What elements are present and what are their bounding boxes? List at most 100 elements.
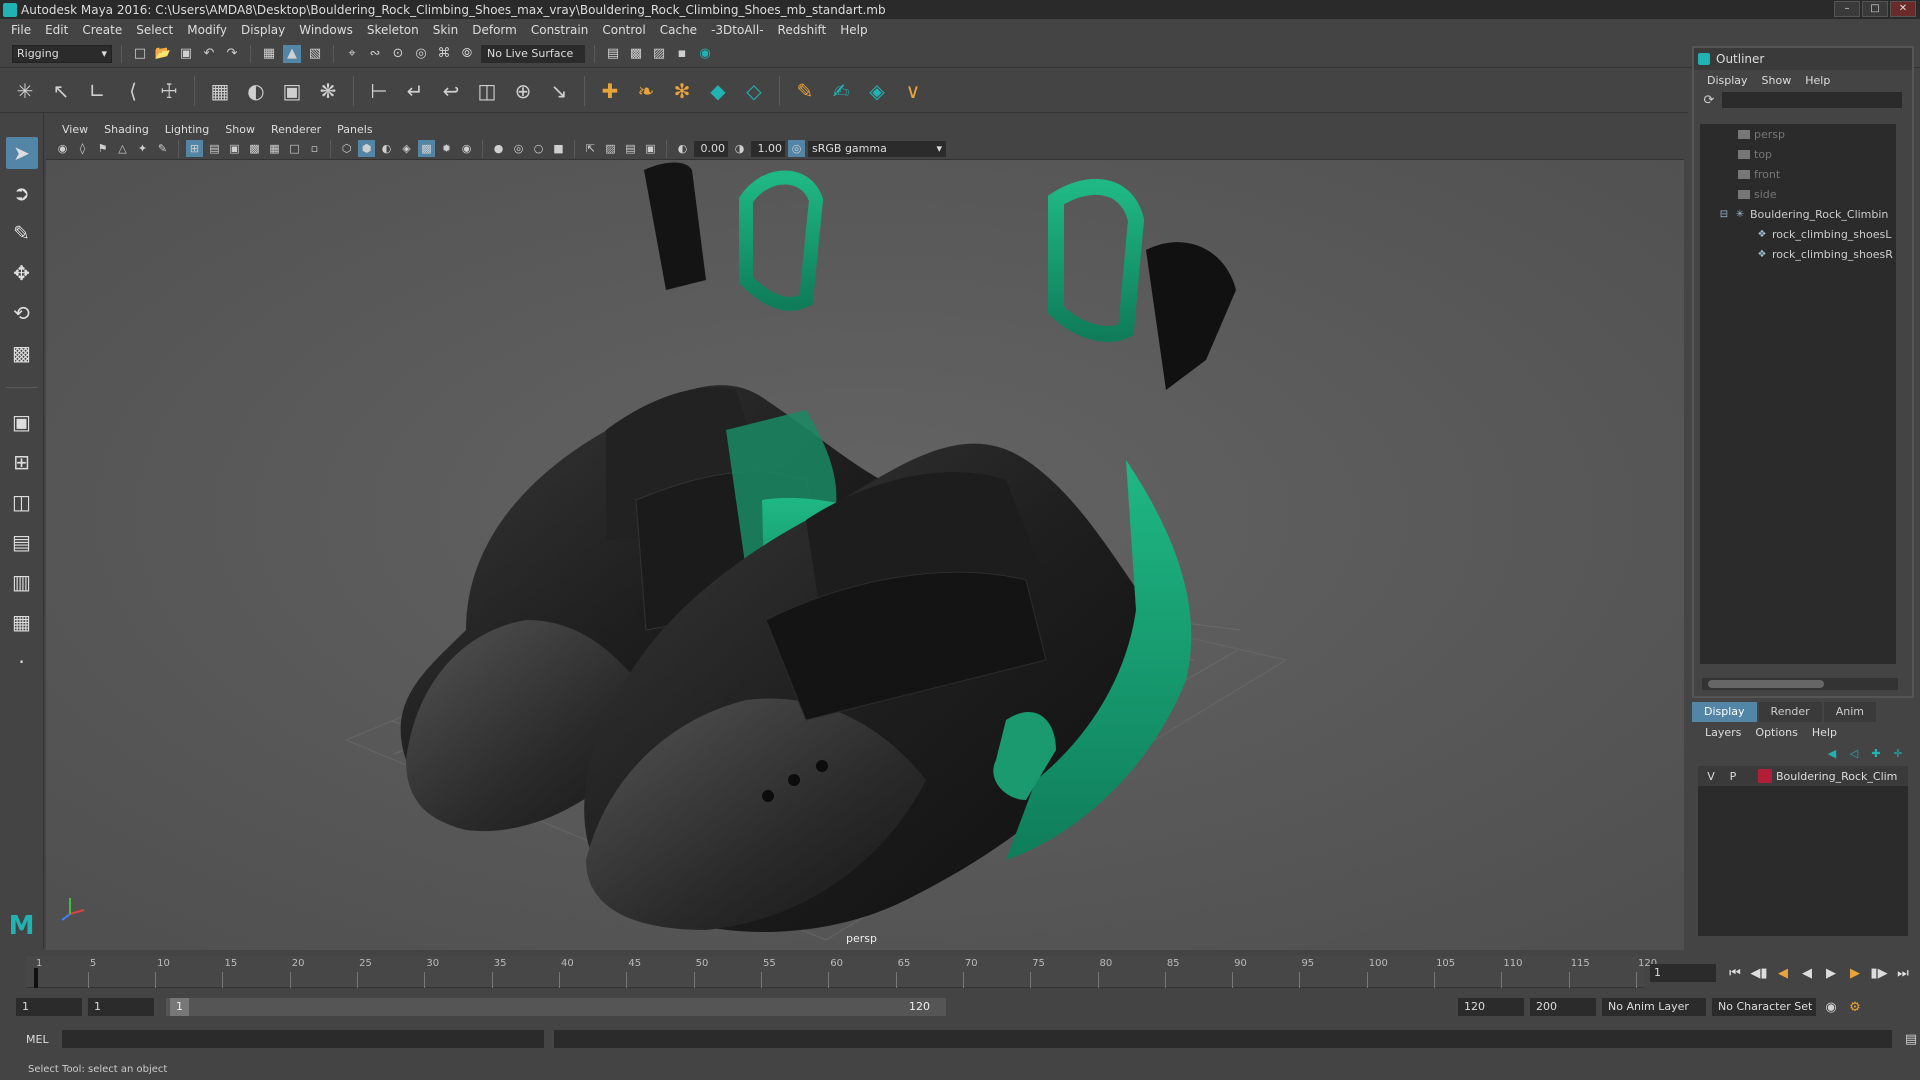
menu-file[interactable]: File [4, 23, 38, 37]
locator-icon[interactable]: ✚ [595, 76, 625, 106]
grid-icon[interactable]: ⊞ [186, 140, 203, 157]
menu-redshift[interactable]: Redshift [771, 23, 834, 37]
collapse-icon[interactable]: ⊟ [1718, 208, 1730, 220]
outliner-item-side[interactable]: side [1700, 184, 1896, 204]
menu-constrain[interactable]: Constrain [524, 23, 596, 37]
use-lights-icon[interactable]: ▩ [418, 140, 435, 157]
xray-icon[interactable]: ◉ [458, 140, 475, 157]
new-empty-layer-icon[interactable]: ✚ [1868, 745, 1884, 761]
two-pane-icon[interactable]: ◫ [6, 486, 38, 518]
safe-action-icon[interactable]: □ [286, 140, 303, 157]
layer-menu-help[interactable]: Help [1805, 726, 1844, 739]
step-back-key-icon[interactable]: ◀ [1774, 964, 1792, 982]
menu-windows[interactable]: Windows [292, 23, 360, 37]
render-frame-icon[interactable]: ▩ [627, 45, 645, 63]
outliner-menu-show[interactable]: Show [1755, 74, 1799, 87]
snap-grid-icon[interactable]: ⌖ [343, 45, 361, 63]
select-component-icon[interactable]: ▧ [306, 45, 324, 63]
redo-icon[interactable]: ↷ [223, 45, 241, 63]
menuset-dropdown[interactable]: Rigging ▾ [12, 44, 112, 63]
step-forward-key-icon[interactable]: ▶ [1846, 964, 1864, 982]
layout-pane-icon[interactable]: ▦ [6, 606, 38, 638]
command-language-label[interactable]: MEL [26, 1033, 52, 1046]
snap-curve-icon[interactable]: ∾ [366, 45, 384, 63]
select-object-icon[interactable]: ▲ [283, 44, 301, 63]
move-tool-icon[interactable]: ✥ [6, 257, 38, 289]
go-to-start-icon[interactable]: ⏮ [1726, 964, 1744, 982]
bookmark-icon[interactable]: ⚑ [94, 140, 111, 157]
frame-all-icon[interactable]: ▣ [642, 140, 659, 157]
menu-3dtoall[interactable]: -3DtoAll- [704, 23, 770, 37]
command-input[interactable] [61, 1030, 544, 1048]
ik-spline-icon[interactable]: ⟨ [118, 76, 148, 106]
panel-menu-renderer[interactable]: Renderer [263, 123, 329, 136]
image-plane-icon[interactable]: △ [114, 140, 131, 157]
lasso-tool-icon[interactable]: ➲ [6, 177, 38, 209]
outliner-item-front[interactable]: front [1700, 164, 1896, 184]
layer-menu-layers[interactable]: Layers [1698, 726, 1748, 739]
gate-mask-icon[interactable]: ▩ [246, 140, 263, 157]
menu-skin[interactable]: Skin [426, 23, 466, 37]
step-back-frame-icon[interactable]: ◀▮ [1750, 964, 1768, 982]
hypershade-icon[interactable]: ◉ [696, 45, 714, 63]
point-constraint-icon[interactable]: ↵ [400, 76, 430, 106]
menu-edit[interactable]: Edit [38, 23, 75, 37]
menu-select[interactable]: Select [129, 23, 180, 37]
animation-prefs-icon[interactable]: ⚙ [1846, 998, 1864, 1016]
time-slider-track[interactable]: 1 5 10 15 20 25 30 35 40 45 50 55 60 65 70 75 80 85 90 95 10… [26, 956, 1657, 988]
two-d-pan-icon[interactable]: ✦ [134, 140, 151, 157]
tab-render[interactable]: Render [1758, 702, 1822, 722]
isolate-select-icon[interactable]: ⇱ [582, 140, 599, 157]
gamma-icon[interactable]: ◑ [731, 140, 748, 157]
pole-vector-icon[interactable]: ↘ [544, 76, 574, 106]
panel-menu-lighting[interactable]: Lighting [157, 123, 217, 136]
hik-icon[interactable]: ◆ [703, 76, 733, 106]
wireframe-icon[interactable]: ⬡ [338, 140, 355, 157]
ik-handle-icon[interactable]: ∟ [82, 76, 112, 106]
split-icon[interactable]: ∨ [898, 76, 928, 106]
tab-display[interactable]: Display [1692, 702, 1757, 722]
more-layouts-icon[interactable]: · [6, 646, 38, 678]
menu-skeleton[interactable]: Skeleton [360, 23, 426, 37]
camera-attr-icon[interactable]: ◊ [74, 140, 91, 157]
camera-select-icon[interactable]: ◉ [54, 140, 71, 157]
menu-modify[interactable]: Modify [180, 23, 234, 37]
hik-control-icon[interactable]: ◇ [739, 76, 769, 106]
current-time-marker[interactable] [34, 968, 38, 988]
range-slider-bar[interactable]: 1 120 [166, 998, 946, 1016]
exposure-field[interactable]: 0.00 [694, 140, 728, 157]
move-layer-down-icon[interactable]: ◁ [1846, 745, 1862, 761]
lattice-icon[interactable]: ▣ [277, 76, 307, 106]
animation-end-field[interactable]: 200 [1530, 998, 1596, 1016]
menu-create[interactable]: Create [75, 23, 129, 37]
outliner-item-shoe-left[interactable]: ❖ rock_climbing_shoesL [1700, 224, 1896, 244]
cluster-icon[interactable]: ❋ [313, 76, 343, 106]
layer-row[interactable]: V P Bouldering_Rock_Clim [1698, 766, 1908, 786]
menu-help[interactable]: Help [833, 23, 874, 37]
joint-tool-icon[interactable]: ✳ [10, 76, 40, 106]
outliner-item-top[interactable]: top [1700, 144, 1896, 164]
select-hierarchy-icon[interactable]: ▦ [260, 45, 278, 63]
play-forward-icon[interactable]: ▶ [1822, 964, 1840, 982]
layer-color-swatch[interactable] [1758, 769, 1772, 783]
graph-pane-icon[interactable]: ▥ [6, 566, 38, 598]
quick-rig-icon[interactable]: ☩ [154, 76, 184, 106]
bind-skin-icon[interactable]: ▦ [205, 76, 235, 106]
snap-live-icon[interactable]: ⦾ [458, 45, 476, 63]
smooth-shade-icon[interactable]: ⬢ [358, 140, 375, 157]
outliner-menu-help[interactable]: Help [1798, 74, 1837, 87]
textured-icon[interactable]: ◈ [398, 140, 415, 157]
xray-active-icon[interactable]: ▤ [622, 140, 639, 157]
insert-joint-icon[interactable]: ↖ [46, 76, 76, 106]
step-forward-frame-icon[interactable]: ▮▶ [1870, 964, 1888, 982]
parent-constraint-icon[interactable]: ⊢ [364, 76, 394, 106]
curve-icon[interactable]: ❧ [631, 76, 661, 106]
aim-constraint-icon[interactable]: ⊕ [508, 76, 538, 106]
paint-select-icon[interactable]: ✎ [6, 217, 38, 249]
snap-point-icon[interactable]: ⊙ [389, 45, 407, 63]
field-chart-icon[interactable]: ▦ [266, 140, 283, 157]
resolution-gate-icon[interactable]: ▣ [226, 140, 243, 157]
safe-title-icon[interactable]: ▫ [306, 140, 323, 157]
wireframe-on-shaded-icon[interactable]: ◐ [378, 140, 395, 157]
animation-start-field[interactable]: 1 [16, 998, 82, 1016]
